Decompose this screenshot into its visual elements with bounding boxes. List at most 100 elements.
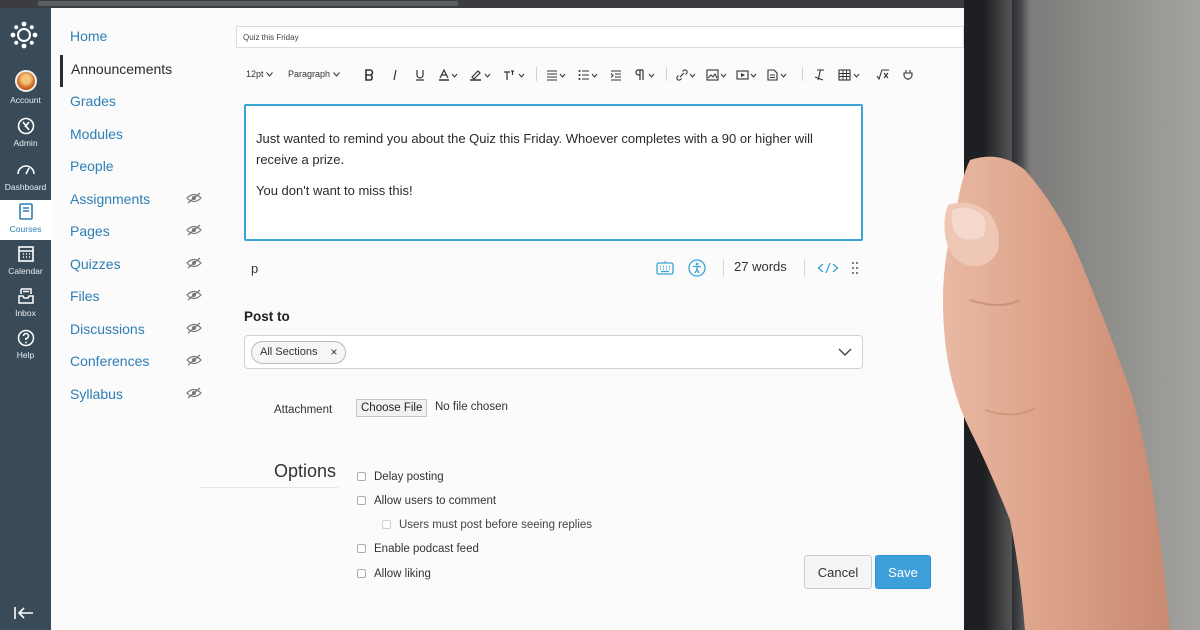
course-nav-assignments[interactable]: Assignments: [60, 185, 210, 218]
clear-formatting-button[interactable]: [814, 64, 826, 84]
bold-button[interactable]: [364, 64, 374, 84]
browser-url-bar[interactable]: [38, 1, 458, 6]
global-nav-calendar[interactable]: Calendar: [0, 244, 51, 276]
link-button[interactable]: [676, 64, 698, 84]
align-button[interactable]: [546, 64, 568, 84]
italic-button[interactable]: [391, 64, 399, 84]
global-nav: Account Admin Dashboard Courses Calendar…: [0, 8, 51, 630]
option-label: Allow users to comment: [374, 495, 497, 507]
courses-book-icon: [18, 203, 33, 220]
checkbox[interactable]: [382, 520, 391, 529]
block-format-dropdown[interactable]: Paragraph: [288, 64, 340, 84]
bold-icon: [365, 68, 374, 81]
media-button[interactable]: [736, 64, 758, 84]
message-editor[interactable]: Just wanted to remind you about the Quiz…: [244, 104, 863, 241]
global-nav-inbox[interactable]: Inbox: [0, 286, 51, 318]
indent-button[interactable]: [610, 64, 622, 84]
course-nav-discussions[interactable]: Discussions: [60, 315, 210, 348]
option-label: Enable podcast feed: [374, 543, 479, 555]
course-nav-syllabus[interactable]: Syllabus: [60, 380, 210, 413]
option-label: Delay posting: [374, 471, 444, 483]
podcast-feed-checkbox[interactable]: Enable podcast feed: [357, 543, 479, 555]
course-nav-label: Assignments: [70, 190, 151, 207]
table-button[interactable]: [838, 64, 862, 84]
delay-posting-checkbox[interactable]: Delay posting: [357, 471, 444, 483]
hand-photo: [942, 156, 1170, 630]
hidden-eye-icon: [186, 224, 202, 236]
resize-handle-icon[interactable]: [851, 261, 859, 275]
hidden-eye-icon: [186, 289, 202, 301]
global-nav-label: Inbox: [15, 308, 36, 318]
table-icon: [838, 69, 860, 81]
course-nav-files[interactable]: Files: [60, 282, 210, 315]
editor-status-bar: 27 words: [656, 258, 866, 278]
topic-title-input[interactable]: [236, 26, 964, 48]
superscript-button[interactable]: [503, 64, 527, 84]
course-nav-people[interactable]: People: [60, 152, 210, 185]
documents-button[interactable]: [766, 64, 788, 84]
course-nav-home[interactable]: Home: [60, 22, 210, 55]
font-size-value: 12pt: [246, 69, 264, 79]
chevron-down-icon: [266, 72, 273, 77]
global-nav-dashboard[interactable]: Dashboard: [0, 160, 51, 192]
course-nav-label: Conferences: [70, 353, 150, 369]
underline-button[interactable]: [415, 64, 425, 84]
course-nav-pages[interactable]: Pages: [60, 217, 210, 250]
block-format-value: Paragraph: [288, 69, 331, 79]
post-before-replies-checkbox[interactable]: Users must post before seeing replies: [382, 519, 592, 531]
keyboard-shortcuts-icon[interactable]: [656, 260, 674, 276]
file-status: No file chosen: [435, 401, 508, 413]
canvas-logo-icon[interactable]: [9, 20, 39, 50]
course-nav-modules[interactable]: Modules: [60, 120, 210, 153]
bullet-list-button[interactable]: [578, 64, 600, 84]
clear-formatting-icon: [814, 69, 824, 81]
highlight-color-button[interactable]: [470, 64, 492, 84]
global-nav-account[interactable]: Account: [0, 70, 51, 105]
word-count: 27 words: [734, 259, 787, 274]
post-to-select[interactable]: All Sections ×: [244, 335, 863, 369]
global-nav-courses[interactable]: Courses: [0, 200, 51, 240]
choose-file-button[interactable]: Choose File: [356, 399, 428, 417]
paragraph-direction-icon: [635, 69, 655, 80]
accessibility-checker-icon[interactable]: [688, 259, 706, 277]
toolbar-divider: [666, 67, 667, 81]
avatar: [14, 70, 37, 92]
text-color-button[interactable]: [439, 64, 459, 84]
option-label: Users must post before seeing replies: [399, 519, 593, 531]
course-nav-grades[interactable]: Grades: [60, 87, 210, 120]
text-direction-button[interactable]: [634, 64, 658, 84]
element-path: p: [251, 261, 259, 276]
checkbox[interactable]: [357, 544, 366, 553]
remove-chip-button[interactable]: ×: [330, 342, 337, 363]
course-nav-quizzes[interactable]: Quizzes: [60, 250, 210, 283]
attachment-label: Attachment: [274, 404, 333, 416]
browser-screen: Account Admin Dashboard Courses Calendar…: [0, 0, 964, 630]
equation-button[interactable]: [876, 64, 890, 84]
course-nav: Home Announcements Grades Modules People…: [60, 22, 210, 412]
course-nav-conferences[interactable]: Conferences: [60, 347, 210, 380]
html-editor-icon[interactable]: [817, 262, 839, 274]
checkbox[interactable]: [357, 472, 366, 481]
font-size-dropdown[interactable]: 12pt: [246, 64, 273, 84]
toolbar-divider: [536, 67, 537, 81]
course-nav-label: Modules: [70, 125, 123, 142]
status-divider: [723, 259, 724, 277]
global-nav-help[interactable]: Help: [0, 328, 51, 360]
document-icon: [767, 69, 787, 81]
course-nav-label: Files: [70, 288, 100, 304]
apps-button[interactable]: [902, 64, 914, 84]
checkbox[interactable]: [357, 569, 366, 578]
global-nav-label: Admin: [13, 138, 38, 148]
course-nav-announcements[interactable]: Announcements: [60, 54, 210, 87]
allow-liking-checkbox[interactable]: Allow liking: [357, 568, 431, 580]
checkbox[interactable]: [357, 496, 366, 505]
global-nav-admin[interactable]: Admin: [0, 116, 51, 148]
course-nav-label: Discussions: [70, 320, 145, 337]
collapse-nav-icon[interactable]: [13, 606, 35, 620]
allow-comments-checkbox[interactable]: Allow users to comment: [357, 495, 496, 507]
save-button[interactable]: Save: [875, 555, 931, 589]
image-button[interactable]: [706, 64, 728, 84]
dashboard-gauge-icon: [16, 165, 35, 175]
section-chip-label: All Sections: [260, 346, 318, 358]
cancel-button[interactable]: Cancel: [804, 555, 872, 589]
